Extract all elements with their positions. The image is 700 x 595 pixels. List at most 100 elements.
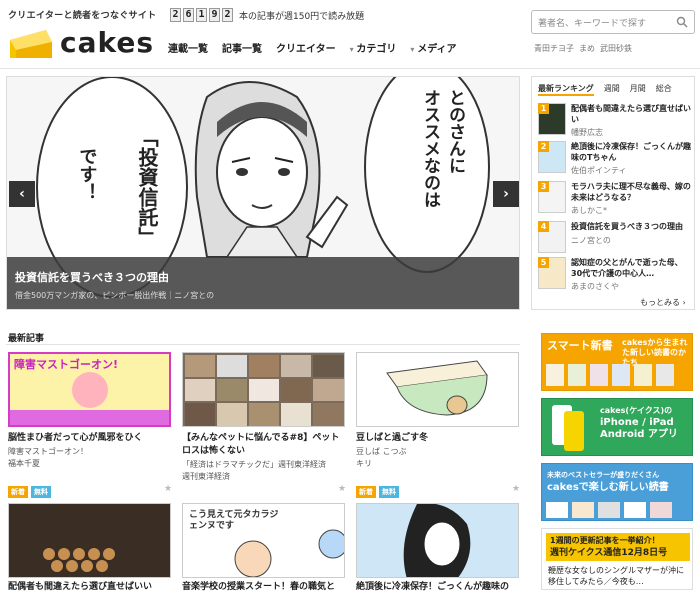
ranking-tabs: 最新ランキング 週間 月間 総合: [538, 83, 672, 96]
nav-series[interactable]: 連載一覧: [168, 40, 222, 55]
ranking-author: 佐伯ポインティ: [571, 166, 627, 175]
carousel-prev-button[interactable]: ‹: [9, 181, 35, 207]
nav-creators[interactable]: クリエイター: [276, 40, 350, 55]
star-icon[interactable]: ★: [338, 484, 346, 494]
article-author[interactable]: キリ: [356, 458, 521, 470]
article-thumbnail[interactable]: 障害マストゴーオン!: [8, 352, 171, 427]
manga-illustration: [357, 504, 518, 577]
ranking-item[interactable]: 5 認知症の父とがんで逝った母、30代で介護の中心人… あまのさくや: [538, 257, 690, 293]
counter-digit: 1: [196, 8, 207, 22]
article-title[interactable]: 豆しばと過ごす冬: [356, 432, 521, 445]
article-title[interactable]: 音楽学校の授業スタート！春の職気と: [182, 581, 347, 594]
weekly-newsletter-banner[interactable]: 1週間の更新記事を一挙紹介！ 週刊ケイクス通信12月8日号 鞭歴な女なしのシング…: [541, 528, 693, 590]
article-tags: 新着 無料: [356, 486, 402, 498]
ranking-item[interactable]: 2 絶頂後に冷凍保存！ごっくんが趣味のTちゃん 佐伯ポインティ: [538, 141, 691, 177]
ranking-title: 絶頂後に冷凍保存！ごっくんが趣味のTちゃん: [571, 142, 691, 162]
ranking-heading: 最新ランキング: [538, 83, 594, 96]
tag-new: 新着: [8, 486, 28, 498]
article-title[interactable]: 脳性まひ者だって心が風邪をひく: [8, 432, 173, 445]
svg-text:オススメなのは: オススメなのは: [420, 89, 440, 208]
svg-text:とのさんに: とのさんに: [445, 89, 466, 174]
article-title[interactable]: 【みんなペットに悩んでる#8】ペットロスは怖くない: [182, 432, 347, 458]
app-banner[interactable]: cakes(ケイクス)の iPhone / iPad Android アプリ: [541, 398, 693, 456]
book-covers-icon: [546, 364, 674, 386]
banner-title: cakes(ケイクス)の: [600, 406, 673, 415]
svg-text:です！: です！: [77, 147, 98, 201]
ranking-title: モラハラ夫に理不尽な義母、嫁の未来はどうなる？: [571, 182, 691, 202]
tab-monthly[interactable]: 月間: [630, 83, 646, 96]
article-thumbnail[interactable]: [8, 503, 171, 578]
tab-overall[interactable]: 総合: [656, 83, 672, 96]
search-icon[interactable]: [676, 16, 688, 28]
article-author[interactable]: 福本千夏: [8, 458, 173, 470]
search-suggestions: 青田チヨ子 まめ 武田砂鉄: [534, 43, 632, 54]
article-author[interactable]: 週刊東洋経済: [182, 471, 347, 483]
logo-text[interactable]: cakes: [60, 26, 154, 59]
search-input[interactable]: 著者名、キーワードで探す: [531, 10, 695, 34]
article-thumbnail[interactable]: [356, 503, 519, 578]
search-link[interactable]: 青田チヨ子: [534, 43, 574, 54]
hero-carousel[interactable]: 「投資信託」 です！ とのさんに オススメなのは 投資信託を買うべき３つの理由 …: [6, 76, 520, 310]
image-title-text: 障害マストゴーオン!: [14, 358, 119, 371]
tag-free: 無料: [379, 486, 399, 498]
ranking-panel: 最新ランキング 週間 月間 総合 1 配偶者も間違えたら選び直せばいい 幡野広志…: [531, 76, 695, 310]
cake-logo-icon: [10, 30, 52, 58]
image-title-text: こう見えて元タカラジェンヌです: [189, 510, 279, 531]
ranking-item[interactable]: 1 配偶者も間違えたら選び直せばいい 幡野広志: [538, 103, 691, 139]
ranking-title: 認知症の父とがんで逝った母、30代で介護の中心人…: [571, 258, 683, 278]
latest-divider: [6, 344, 520, 345]
counter-digit: 9: [209, 8, 220, 22]
article-tags: 新着 無料: [8, 486, 54, 498]
takoyaki-photo: [9, 504, 170, 577]
banner-title: スマート新書: [547, 339, 613, 352]
phone-icon: [552, 405, 584, 451]
article-thumbnail[interactable]: [182, 352, 345, 427]
banner-title: 未来のベストセラーが盛りだくさん: [547, 471, 660, 479]
counter-digit: 2: [170, 8, 181, 22]
counter-digit: 6: [183, 8, 194, 22]
rank-number: 3: [538, 181, 549, 192]
star-icon[interactable]: ★: [512, 484, 520, 494]
carousel-next-button[interactable]: ›: [493, 181, 519, 207]
nav-articles[interactable]: 記事一覧: [222, 40, 276, 55]
ranking-author: あまのさくや: [571, 282, 619, 291]
search-link[interactable]: まめ: [579, 43, 595, 54]
ranking-title: 配偶者も間違えたら選び直せばいい: [571, 104, 691, 124]
counter-text: 本の記事が週150円で読み放題: [239, 11, 365, 22]
tab-weekly[interactable]: 週間: [604, 83, 620, 96]
smart-shinsho-banner[interactable]: スマート新書 cakesから生まれた新しい読書のかたち: [541, 333, 693, 391]
article-thumbnail[interactable]: [356, 352, 519, 427]
nav-media[interactable]: メディア: [410, 40, 470, 55]
article-series[interactable]: 「経済はドラマチックだ」週刊東洋経済: [182, 459, 347, 471]
star-icon[interactable]: ★: [164, 484, 172, 494]
main-nav: 連載一覧 記事一覧 クリエイター カテゴリ メディア: [168, 40, 471, 55]
ranking-more-link[interactable]: もっとみる ›: [640, 297, 686, 308]
hero-subtitle: 借金500万マンガ家の、ピンボー脱出作戦｜ニノ宮との: [15, 291, 215, 300]
article-series[interactable]: 豆しば こつぶ: [356, 446, 521, 458]
banner-text: 週刊ケイクス通信12月8日号: [550, 548, 668, 558]
svg-text:「投資信託」: 「投資信託」: [135, 127, 159, 247]
ranking-item[interactable]: 4 投資信託を買うべき３つの理由 ニノ宮との: [538, 221, 690, 257]
article-thumbnail[interactable]: こう見えて元タカラジェンヌです: [182, 503, 345, 578]
rank-number: 1: [538, 103, 549, 114]
header-divider: [0, 68, 700, 69]
ranking-author: ニノ宮との: [571, 236, 611, 245]
kotatsu-illustration: [357, 353, 518, 426]
tag-new: 新着: [356, 486, 376, 498]
search-link[interactable]: 武田砂鉄: [600, 43, 632, 54]
counter-digit: 2: [222, 8, 233, 22]
site-tagline: クリエイターと読者をつなぐサイト: [8, 11, 157, 21]
pet-photo-grid: [183, 353, 344, 426]
bestseller-banner[interactable]: 未来のベストセラーが盛りだくさん cakesで楽しむ新しい読書: [541, 463, 693, 521]
article-title[interactable]: 配偶者も間違えたら選び直せばいい: [8, 581, 173, 594]
nav-category[interactable]: カテゴリ: [350, 40, 411, 55]
ranking-author: あしかこ*: [571, 206, 607, 215]
ranking-item[interactable]: 3 モラハラ夫に理不尽な義母、嫁の未来はどうなる？ あしかこ*: [538, 181, 691, 217]
rank-number: 2: [538, 141, 549, 152]
cakes-logo[interactable]: [8, 28, 54, 63]
rank-number: 5: [538, 257, 549, 268]
hero-title[interactable]: 投資信託を買うべき３つの理由: [15, 269, 169, 285]
article-title[interactable]: 絶頂後に冷凍保存！ごっくんが趣味の: [356, 581, 521, 594]
book-covers-icon: [546, 502, 672, 518]
article-series[interactable]: 障害マストゴーオン！: [8, 446, 173, 458]
